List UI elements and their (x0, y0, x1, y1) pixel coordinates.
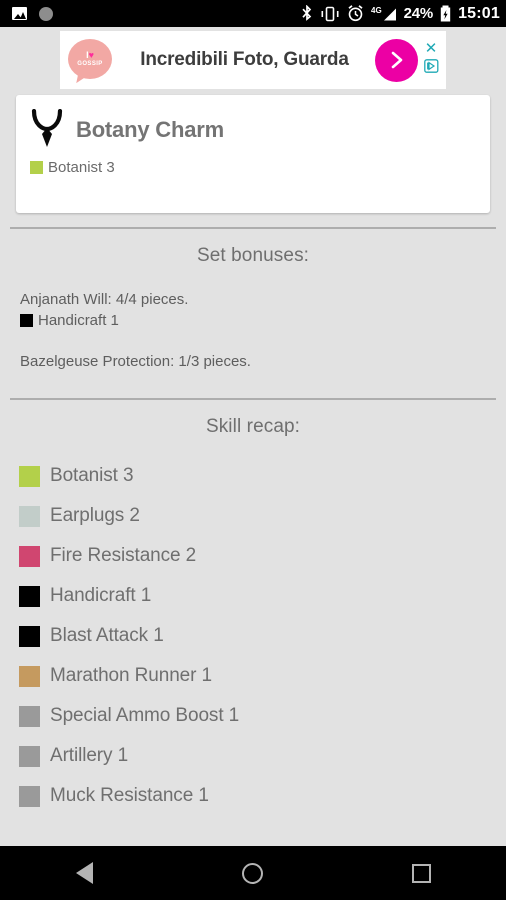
set-bonus-skill-row: Handicraft 1 (20, 312, 486, 329)
ad-logo-line2: GOSSIP (77, 61, 103, 67)
home-circle-icon (242, 862, 264, 884)
home-button[interactable] (213, 846, 293, 900)
skill-color-swatch (19, 745, 40, 767)
skill-color-swatch (19, 705, 40, 727)
charm-skill-row: Botanist 3 (30, 159, 476, 176)
charm-skill-label: Botanist 3 (48, 159, 115, 176)
skill-color-swatch (19, 585, 40, 607)
clock-label: 15:01 (458, 4, 500, 22)
skill-color-swatch (19, 545, 40, 567)
skill-recap-row: Marathon Runner 1 (0, 656, 506, 696)
ad-headline: Incredibili Foto, Guarda (140, 49, 349, 70)
skill-color-swatch (30, 161, 43, 174)
skill-recap-row: Blast Attack 1 (0, 616, 506, 656)
recents-button[interactable] (382, 846, 462, 900)
set-bonus-title: Anjanath Will: 4/4 pieces. (20, 291, 189, 308)
vibrate-icon (320, 6, 340, 22)
android-nav-bar (0, 846, 506, 900)
photo-icon (12, 7, 27, 20)
ad-cta-button[interactable] (375, 38, 418, 82)
skill-recap-label: Botanist 3 (50, 465, 134, 486)
skill-recap-label: Blast Attack 1 (50, 625, 164, 646)
chevron-right-icon (391, 51, 402, 69)
svg-text:4G: 4G (371, 6, 382, 15)
charm-card[interactable]: Botany Charm Botanist 3 (16, 95, 490, 213)
skill-recap-list: Botanist 3 Earplugs 2 Fire Resistance 2 Han… (0, 438, 506, 816)
skill-color-swatch (19, 505, 40, 527)
set-bonuses-heading: Set bonuses: (196, 245, 310, 266)
app-root: 4G 24% 15:01 I♥ GOSSIP Incredibili Foto,… (0, 0, 506, 900)
skill-recap-row: Special Ammo Boost 1 (0, 696, 506, 736)
adchoices-icon[interactable] (423, 58, 439, 78)
skill-recap-row: Botanist 3 (0, 456, 506, 496)
ad-banner[interactable]: I♥ GOSSIP Incredibili Foto, Guarda ✕ (60, 31, 446, 89)
set-bonus-title: Bazelgeuse Protection: 1/3 pieces. (20, 353, 251, 370)
charm-title: Botany Charm (76, 117, 224, 142)
set-bonus-entry: Bazelgeuse Protection: 1/3 pieces. (20, 351, 486, 373)
skill-recap-row: Handicraft 1 (0, 576, 506, 616)
ad-logo-line1: I♥ (86, 50, 94, 60)
battery-percent-label: 24% (403, 5, 434, 22)
signal-4g-icon: 4G (371, 5, 397, 22)
battery-charging-icon (440, 5, 451, 22)
skill-color-swatch (20, 314, 33, 327)
skill-color-swatch (19, 625, 40, 647)
skill-recap-row: Earplugs 2 (0, 496, 506, 536)
skill-recap-row: Fire Resistance 2 (0, 536, 506, 576)
ad-zone: I♥ GOSSIP Incredibili Foto, Guarda ✕ (0, 27, 506, 93)
skill-recap-row: Artillery 1 (0, 736, 506, 776)
skill-recap-label: Muck Resistance 1 (50, 785, 209, 806)
alarm-icon (347, 5, 364, 22)
skill-recap-label: Earplugs 2 (50, 505, 140, 526)
main-content: Botany Charm Botanist 3 Set bonuses: Anj… (0, 95, 506, 816)
skill-recap-label: Fire Resistance 2 (50, 545, 197, 566)
charm-card-header: Botany Charm (30, 107, 476, 153)
status-bar-right-icons: 4G 24% 15:01 (301, 5, 500, 23)
ad-controls: ✕ (422, 41, 440, 78)
skill-recap-label: Handicraft 1 (50, 585, 152, 606)
heart-icon: ♥ (88, 50, 94, 60)
ad-close-icon[interactable]: ✕ (425, 41, 438, 56)
ad-logo: I♥ GOSSIP (68, 37, 114, 83)
set-bonus-entry: Anjanath Will: 4/4 pieces. Handicraft 1 (20, 289, 486, 329)
necklace-charm-icon (30, 108, 64, 151)
bluetooth-icon (301, 5, 313, 22)
skill-color-swatch (19, 465, 40, 487)
back-button[interactable] (44, 846, 124, 900)
skill-color-swatch (19, 785, 40, 807)
back-triangle-icon (75, 862, 93, 884)
skill-recap-row: Muck Resistance 1 (0, 776, 506, 816)
disc-icon (39, 6, 53, 21)
recents-square-icon (412, 863, 432, 883)
skill-recap-label: Artillery 1 (50, 745, 129, 766)
status-bar: 4G 24% 15:01 (0, 0, 506, 27)
set-bonus-skill-label: Handicraft 1 (38, 312, 119, 329)
status-bar-left-icons (12, 6, 53, 21)
skill-color-swatch (19, 665, 40, 687)
skill-recap-label: Special Ammo Boost 1 (50, 705, 240, 726)
skill-recap-heading: Skill recap: (205, 416, 301, 437)
gossip-bubble-icon: I♥ GOSSIP (68, 39, 112, 79)
skill-recap-label: Marathon Runner 1 (50, 665, 213, 686)
set-bonuses-list: Anjanath Will: 4/4 pieces. Handicraft 1 … (0, 267, 506, 373)
